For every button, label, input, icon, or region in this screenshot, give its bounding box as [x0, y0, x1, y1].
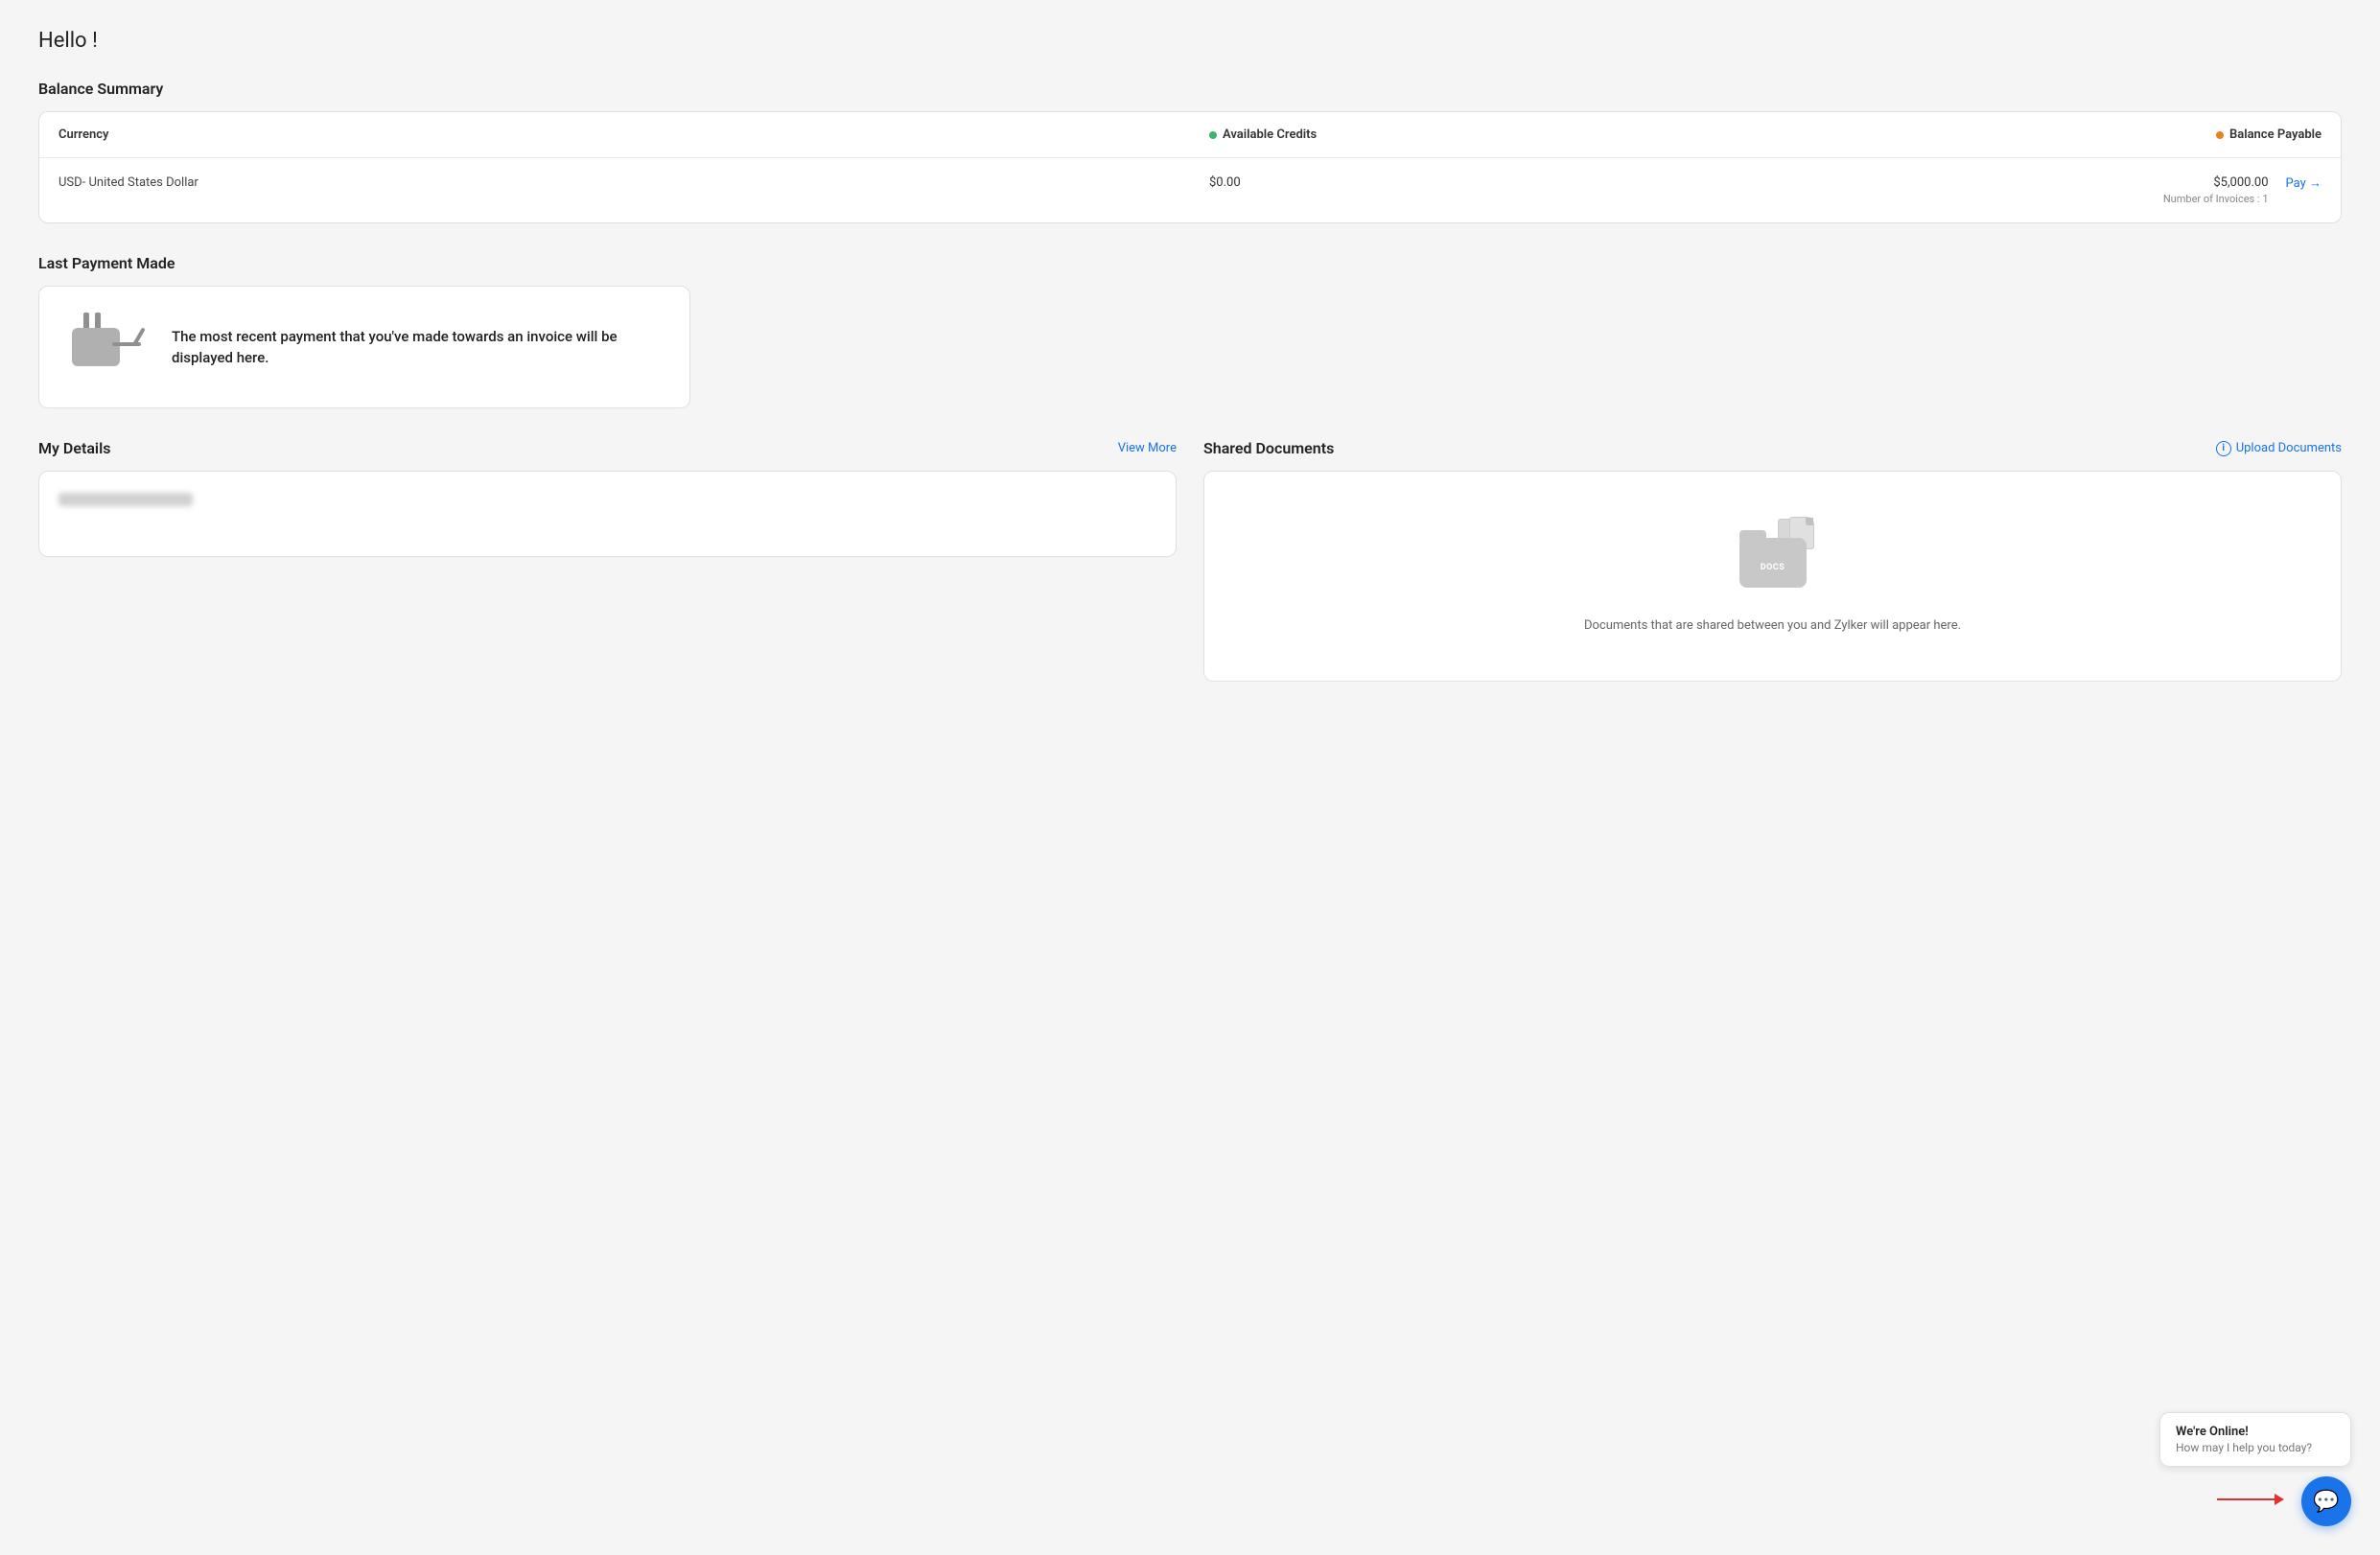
- shared-docs-title: Shared Documents: [1203, 439, 1334, 457]
- last-payment-text: The most recent payment that you've made…: [172, 326, 666, 369]
- balance-card: Currency Available Credits Balance Payab…: [38, 111, 2342, 223]
- details-header: My Details View More: [38, 439, 1177, 457]
- chat-icon: 💬: [2313, 1490, 2339, 1514]
- upload-documents-link[interactable]: i Upload Documents: [2216, 441, 2342, 456]
- greeting: Hello !: [38, 29, 2342, 53]
- chat-button[interactable]: 💬: [2301, 1476, 2351, 1526]
- details-card: [38, 471, 1177, 557]
- pay-link[interactable]: Pay →: [2286, 175, 2322, 191]
- table-row: USD- United States Dollar $0.00 $5,000.0…: [39, 158, 2341, 223]
- docs-empty-text: Documents that are shared between you an…: [1584, 616, 1961, 637]
- view-more-link[interactable]: View More: [1118, 441, 1177, 455]
- plug-illustration: [62, 313, 149, 381]
- docs-card: DOCS Documents that are shared between y…: [1203, 471, 2342, 682]
- online-subtitle: How may I help you today?: [2176, 1441, 2335, 1454]
- payable-dot: [2216, 131, 2224, 139]
- docs-header: Shared Documents i Upload Documents: [1203, 439, 2342, 457]
- col-header-credits: Available Credits: [1190, 112, 1765, 158]
- my-details-title: My Details: [38, 439, 110, 457]
- col-header-currency: Currency: [39, 112, 1190, 158]
- shared-documents-section: Shared Documents i Upload Documents DOCS…: [1203, 439, 2342, 682]
- docs-folder-icon: DOCS: [1730, 517, 1816, 593]
- blurred-details: [58, 493, 193, 506]
- online-title: We're Online!: [2176, 1425, 2335, 1439]
- col-header-payable: Balance Payable: [1765, 112, 2341, 158]
- chat-widget: We're Online! How may I help you today? …: [2159, 1412, 2351, 1526]
- info-circle-icon: i: [2216, 441, 2231, 456]
- payable-cell: $5,000.00 Number of Invoices : 1 Pay →: [1765, 158, 2341, 223]
- balance-table: Currency Available Credits Balance Payab…: [39, 112, 2341, 222]
- my-details-section: My Details View More: [38, 439, 1177, 682]
- page-wrapper: Hello ! Balance Summary Currency Availab…: [0, 0, 2380, 1555]
- online-bubble: We're Online! How may I help you today?: [2159, 1412, 2351, 1467]
- currency-cell: USD- United States Dollar: [39, 158, 1190, 223]
- last-payment-title: Last Payment Made: [38, 254, 2342, 272]
- balance-summary-title: Balance Summary: [38, 80, 2342, 98]
- credits-dot: [1209, 131, 1217, 139]
- payment-icon: [62, 313, 149, 381]
- last-payment-card: The most recent payment that you've made…: [38, 286, 690, 408]
- bottom-grid: My Details View More Shared Documents i …: [38, 439, 2342, 682]
- credits-cell: $0.00: [1190, 158, 1765, 223]
